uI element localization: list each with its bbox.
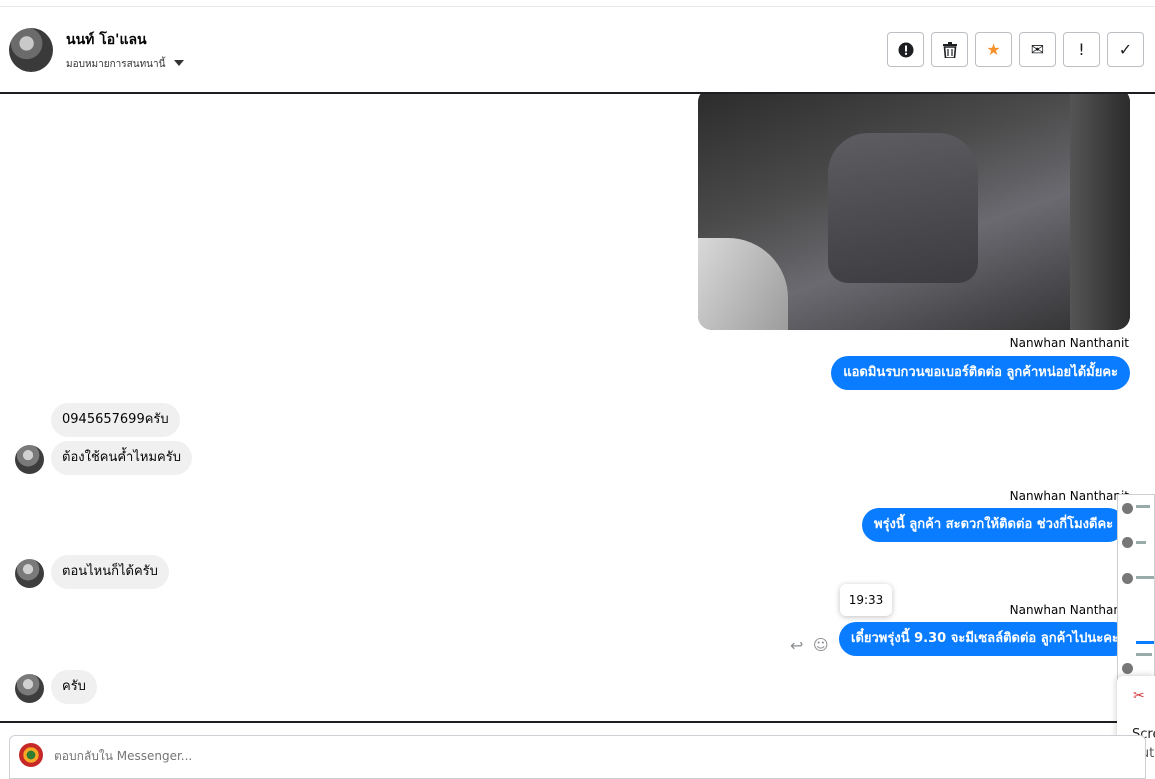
outgoing-message[interactable]: แอดมินรบกวนขอเบอร์ติดต่อ ลูกค้าหน่อยได้ม… (831, 356, 1130, 390)
conversation-header: นนท์ โอ'แลน มอบหมายการสนทนานี้ ★ ✉ ! ✓ (0, 7, 1155, 93)
thumb-avatar (1122, 573, 1133, 584)
thumb-avatar (1122, 537, 1133, 548)
photo-pillar-shape (1070, 94, 1130, 330)
thumb-line (1136, 641, 1154, 644)
thumb-line (1136, 576, 1154, 579)
timestamp-tooltip: 19:33 (840, 584, 892, 616)
thumb-line (1136, 541, 1146, 544)
chevron-down-icon[interactable] (174, 60, 184, 66)
outgoing-message[interactable]: พรุ่งนี้ ลูกค้า สะดวกให้ติดต่อ ช่วงกี่โม… (862, 508, 1126, 542)
header-actions: ★ ✉ ! ✓ (887, 32, 1144, 67)
sender-name: Nanwhan Nanthanit (1009, 603, 1129, 617)
scissors-icon: ✂ (1133, 688, 1145, 704)
sender-name: Nanwhan Nanthanit (1009, 489, 1129, 503)
incoming-message[interactable]: ตอนไหนก็ได้ครับ (51, 555, 169, 589)
exclamation-icon: ! (1078, 40, 1085, 59)
mark-done-button[interactable]: ✓ (1107, 32, 1144, 67)
thumb-avatar (1122, 503, 1133, 514)
reply-input[interactable] (54, 749, 654, 763)
shared-photo-car-interior[interactable] (698, 94, 1130, 330)
sender-name: Nanwhan Nanthanit (1009, 336, 1129, 350)
outgoing-message[interactable]: เดี๋ยวพรุ่งนี้ 9.30 จะมีเซลล์ติดต่อ ลูกค… (839, 622, 1131, 656)
screenshot-thumbnail-preview[interactable] (1117, 494, 1155, 684)
delete-button[interactable] (931, 32, 968, 67)
star-button[interactable]: ★ (975, 32, 1012, 67)
check-icon: ✓ (1118, 40, 1133, 59)
mark-spam-button[interactable]: ! (1063, 32, 1100, 67)
contact-avatar-small[interactable] (15, 559, 44, 588)
trash-icon (942, 41, 957, 58)
contact-name[interactable]: นนท์ โอ'แลน (66, 29, 147, 51)
incoming-message[interactable]: ครับ (51, 670, 97, 704)
star-icon: ★ (986, 40, 1001, 59)
incoming-message[interactable]: ต้องใช้คนค้ำไหมครับ (51, 441, 192, 475)
photo-seat-shape (828, 133, 978, 283)
reply-composer (9, 735, 1146, 779)
emoji-react-icon[interactable]: ☺ (813, 636, 829, 654)
reply-icon[interactable]: ↩ (790, 636, 803, 655)
assign-conversation-dropdown[interactable]: มอบหมายการสนทนานี้ (66, 57, 165, 72)
mark-unread-button[interactable]: ✉ (1019, 32, 1056, 67)
contact-avatar-small[interactable] (15, 445, 44, 474)
thumb-avatar (1122, 663, 1133, 674)
photo-door-shape (698, 238, 788, 330)
thumb-line (1136, 505, 1150, 508)
contact-avatar[interactable] (9, 28, 53, 72)
message-thread[interactable]: Nanwhan Nanthanit แอดมินรบกวนขอเบอร์ติดต… (0, 94, 1155, 721)
page-avatar (19, 743, 43, 767)
incoming-message[interactable]: 0945657699ครับ (51, 403, 180, 437)
contact-avatar-small[interactable] (15, 674, 44, 703)
alert-circle-button[interactable] (887, 32, 924, 67)
alert-circle-icon (898, 42, 913, 57)
thread-divider (0, 721, 1155, 723)
thumb-line (1136, 653, 1152, 656)
mail-icon: ✉ (1030, 40, 1045, 59)
